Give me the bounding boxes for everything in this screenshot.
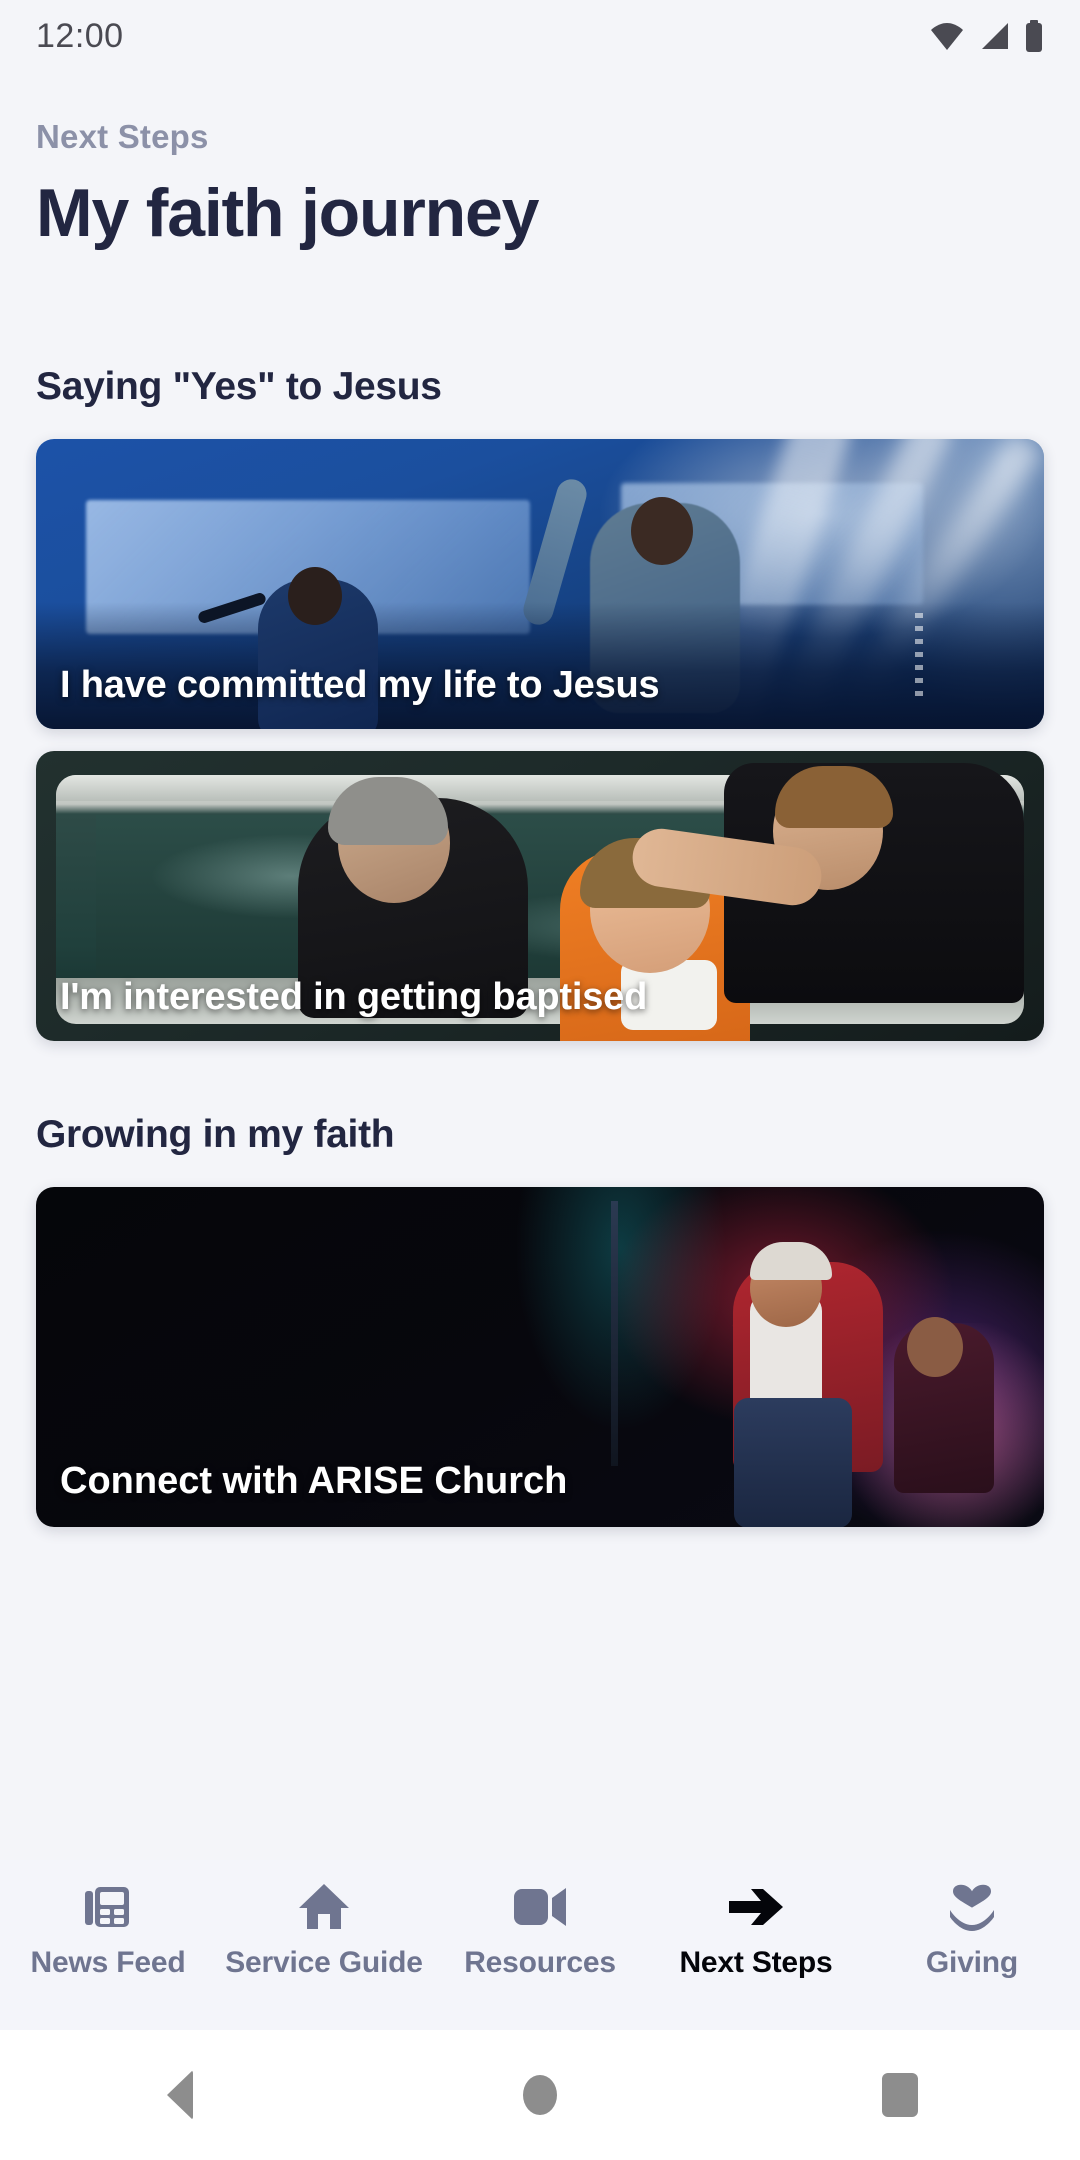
tab-service-guide[interactable]: Service Guide [224,1878,424,1980]
newspaper-icon [82,1878,134,1936]
page-header: Next Steps My faith journey [0,0,1080,249]
section-heading-growing-faith: Growing in my faith [36,1113,395,1157]
heart-hand-icon [945,1878,999,1936]
tab-label: Giving [925,1946,1019,1979]
recents-button[interactable] [840,2030,960,2160]
breadcrumb: Next Steps [36,118,209,155]
tab-next-steps[interactable]: Next Steps [656,1878,856,1980]
home-icon [297,1878,351,1936]
android-system-nav [0,2030,1080,2160]
tab-resources[interactable]: Resources [440,1878,640,1980]
tab-label: Resources [464,1946,616,1979]
card-committed-life[interactable]: I have committed my life to Jesus [36,439,1044,730]
tab-label: News Feed [30,1946,186,1979]
tab-label: Next Steps [679,1946,833,1979]
back-button[interactable] [120,2030,240,2160]
card-connect-arise[interactable]: Connect with ARISE Church [36,1187,1044,1528]
home-button[interactable] [480,2030,600,2160]
arrow-right-icon [727,1878,785,1936]
tab-label: Service Guide [225,1946,423,1979]
card-caption: I'm interested in getting baptised [60,976,648,1019]
card-caption: I have committed my life to Jesus [60,664,660,707]
card-caption: Connect with ARISE Church [60,1460,568,1503]
video-camera-icon [512,1878,568,1936]
page-title: My faith journey [36,175,539,251]
tab-giving[interactable]: Giving [872,1878,1072,1980]
tab-news-feed[interactable]: News Feed [8,1878,208,1980]
card-interested-baptism[interactable]: I'm interested in getting baptised [36,751,1044,1042]
section-heading-saying-yes: Saying "Yes" to Jesus [36,365,442,409]
page-scroll-area[interactable]: Next Steps My faith journey Saying "Yes"… [0,0,1080,2030]
bottom-tab-bar: News Feed Service Guide Resources Next S… [0,1860,1080,2030]
